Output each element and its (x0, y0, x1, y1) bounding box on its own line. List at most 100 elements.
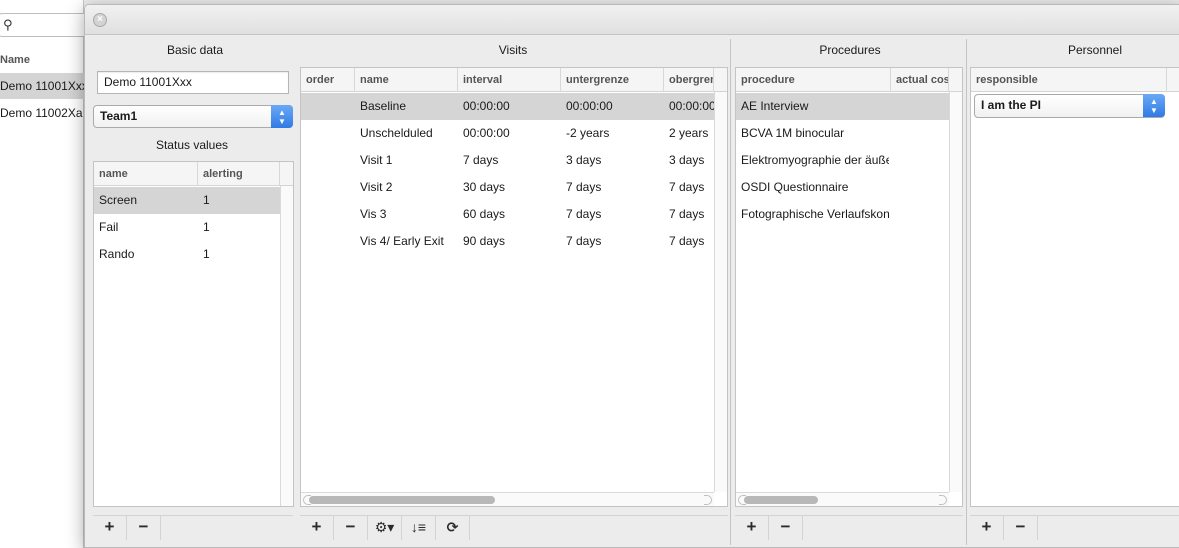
cell-name: Visit 1 (360, 153, 393, 167)
column-header-alerting[interactable]: alerting (198, 162, 280, 186)
cell-name: Rando (99, 247, 135, 261)
add-procedure-button[interactable]: + (735, 516, 769, 540)
table-row[interactable]: AE Interview (736, 93, 949, 120)
cell-procedure: AE Interview (741, 99, 809, 113)
visits-toolbar: + − ⚙▾ ↓≡ ⟳ (300, 515, 728, 540)
scroll-cap-right (939, 495, 947, 505)
cell-alerting: 1 (203, 220, 210, 234)
cell-upper: 2 years (669, 126, 709, 140)
add-status-button[interactable]: + (93, 516, 127, 540)
cell-procedure: Elektromyographie der äußeren Augenmuske… (741, 153, 889, 167)
background-window: ⚲ Name Demo 11001Xxx Demo 11002Xa (0, 0, 88, 548)
sort-button[interactable]: ↓≡ (402, 516, 436, 540)
background-search-field[interactable]: ⚲ (0, 13, 88, 37)
horizontal-scrollbar[interactable] (736, 492, 949, 506)
refresh-icon: ⟳ (446, 519, 459, 535)
vertical-scrollbar[interactable] (280, 186, 293, 506)
table-row[interactable]: BCVA 1M binocular (736, 120, 949, 147)
column-header-name[interactable]: name (355, 68, 458, 92)
close-window-button[interactable]: × (93, 13, 107, 27)
cell-procedure: Fotographische Verlaufskontrolle (741, 207, 889, 221)
cell-upper: 7 days (669, 207, 705, 221)
gear-icon: ⚙▾ (374, 519, 395, 535)
gear-menu-button[interactable]: ⚙▾ (368, 516, 402, 540)
table-header: name alerting (94, 162, 293, 186)
procedures-toolbar: + − (735, 515, 963, 540)
column-header-order[interactable]: order (301, 68, 355, 92)
cell-lower: -2 years (566, 126, 610, 140)
table-row[interactable]: Unschelduled 00:00:00 -2 years 2 years (301, 120, 714, 147)
cell-name: Visit 2 (360, 180, 393, 194)
cell-name: Vis 4/ Early Exit (360, 234, 444, 248)
cell-interval: 60 days (463, 207, 506, 221)
background-column-header-name[interactable]: Name (0, 50, 84, 70)
table-header: order name interval untergrenze obergren… (301, 68, 727, 92)
add-personnel-button[interactable]: + (970, 516, 1004, 540)
cell-upper: 3 days (669, 153, 705, 167)
table-header: responsible (971, 68, 1179, 92)
status-values-toolbar: + − (93, 515, 293, 540)
scroll-thumb[interactable] (309, 496, 495, 504)
remove-status-button[interactable]: − (127, 516, 161, 540)
divider (966, 39, 967, 545)
section-title-personnel: Personnel (1067, 43, 1123, 57)
section-title-basic-data: Basic data (166, 43, 224, 57)
cell-lower: 00:00:00 (566, 99, 613, 113)
cell-alerting: 1 (203, 193, 210, 207)
responsible-popup[interactable]: I am the PI ▲ ▼ (974, 94, 1165, 118)
table-row[interactable]: Fotographische Verlaufskontrolle (736, 201, 949, 228)
responsible-popup-value: I am the PI (981, 98, 1042, 112)
team-popup-value: Team1 (100, 109, 138, 123)
status-values-table: name alerting Screen 1 Fail 1 Rando 1 (93, 161, 294, 507)
cell-procedure: OSDI Questionnaire (741, 180, 849, 194)
remove-procedure-button[interactable]: − (769, 516, 803, 540)
column-header-interval[interactable]: interval (458, 68, 561, 92)
cell-alerting: 1 (203, 247, 210, 261)
column-header-untergrenze[interactable]: untergrenze (561, 68, 664, 92)
cell-lower: 7 days (566, 207, 602, 221)
column-header-actual-cost[interactable]: actual cost (891, 68, 949, 92)
cell-interval: 00:00:00 (463, 99, 510, 113)
cell-lower: 3 days (566, 153, 602, 167)
cell-name: Vis 3 (360, 207, 387, 221)
background-list-item[interactable]: Demo 11001Xxx (0, 73, 84, 99)
title-bar: × (85, 5, 1179, 35)
team-popup[interactable]: Team1 ▲ ▼ (93, 105, 293, 128)
cell-interval: 00:00:00 (463, 126, 510, 140)
table-row[interactable]: Elektromyographie der äußeren Augenmuske… (736, 147, 949, 174)
add-visit-button[interactable]: + (300, 516, 334, 540)
trial-name-field[interactable]: Demo 11001Xxx (97, 71, 289, 94)
vertical-scrollbar[interactable] (949, 92, 962, 492)
cell-interval: 7 days (463, 153, 499, 167)
popup-arrows-icon: ▲ ▼ (271, 105, 293, 128)
table-row[interactable]: Visit 2 30 days 7 days 7 days (301, 174, 714, 201)
column-header-responsible[interactable]: responsible (971, 68, 1167, 92)
column-header-obergrenze[interactable]: obergrenze (664, 68, 714, 92)
table-row[interactable]: Baseline 00:00:00 00:00:00 00:00:00 (301, 93, 714, 120)
close-icon: × (97, 14, 103, 25)
cell-name: Screen (99, 193, 138, 207)
table-row[interactable]: Vis 3 60 days 7 days 7 days (301, 201, 714, 228)
cell-name: Fail (99, 220, 119, 234)
horizontal-scrollbar[interactable] (301, 492, 714, 506)
cell-upper: 7 days (669, 180, 705, 194)
cell-lower: 7 days (566, 234, 602, 248)
column-header-procedure[interactable]: procedure (736, 68, 891, 92)
table-row[interactable]: Vis 4/ Early Exit 90 days 7 days 7 days (301, 228, 714, 255)
scroll-thumb[interactable] (744, 496, 818, 504)
column-header-name[interactable]: name (94, 162, 198, 186)
table-row[interactable]: Visit 1 7 days 3 days 3 days (301, 147, 714, 174)
cell-lower: 7 days (566, 180, 602, 194)
table-row[interactable]: OSDI Questionnaire (736, 174, 949, 201)
table-row[interactable]: Fail 1 (94, 214, 280, 241)
vertical-scrollbar[interactable] (714, 92, 727, 492)
background-list-item[interactable]: Demo 11002Xa (0, 100, 84, 126)
table-row[interactable]: Rando 1 (94, 241, 280, 268)
remove-personnel-button[interactable]: − (1004, 516, 1038, 540)
table-row[interactable]: Screen 1 (94, 187, 280, 214)
cell-name: Unschelduled (360, 126, 433, 140)
remove-visit-button[interactable]: − (334, 516, 368, 540)
magnifier-icon: ⚲ (3, 17, 13, 32)
cell-upper: 00:00:00 (669, 99, 714, 113)
refresh-button[interactable]: ⟳ (436, 516, 470, 540)
